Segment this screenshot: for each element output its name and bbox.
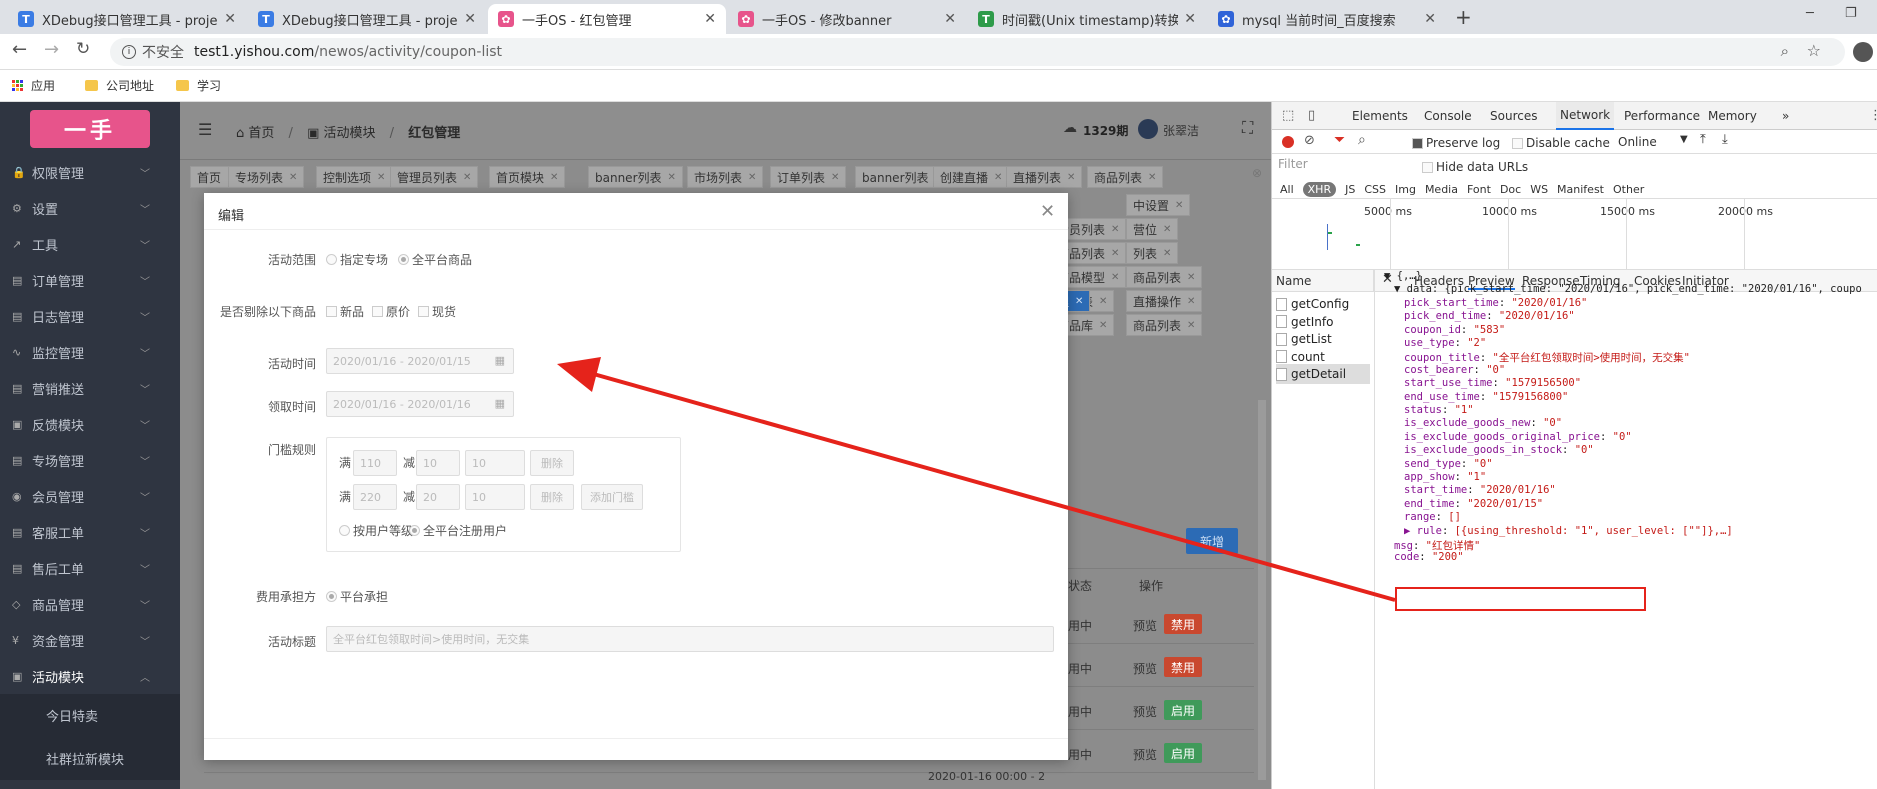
arrow-shaft	[589, 371, 1396, 602]
annotation-arrow	[557, 357, 1396, 602]
arrow-head	[557, 357, 601, 392]
